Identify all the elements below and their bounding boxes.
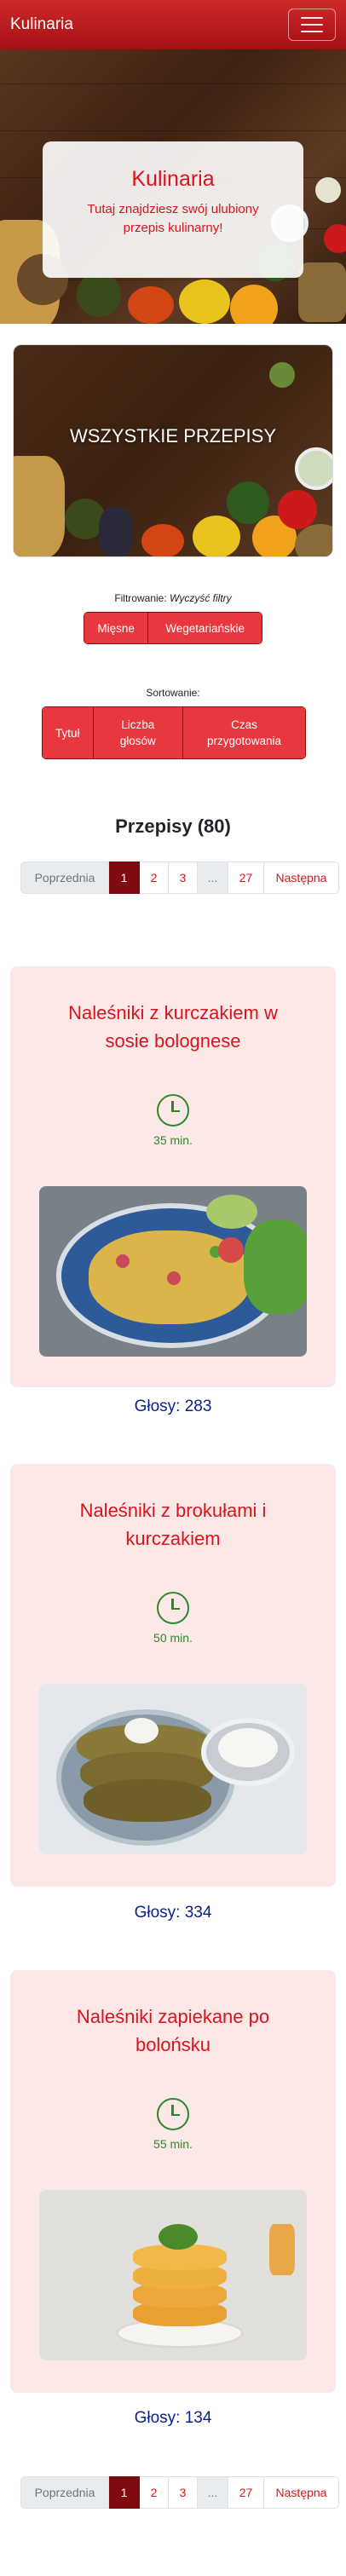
pagination-page-2[interactable]: 2 <box>140 862 169 894</box>
filter-label: Filtrowanie: Wyczyść filtry <box>0 592 346 604</box>
recipes-count-title: Przepisy (80) <box>115 815 231 837</box>
recipe-image[interactable] <box>39 2190 307 2360</box>
pagination-next[interactable]: Następna <box>264 2476 339 2509</box>
sort-time-button[interactable]: Czas przygotowania <box>182 707 305 758</box>
filter-vegetarian-button[interactable]: Wegetariańskie <box>148 613 262 643</box>
pagination-bottom: Poprzednia 1 2 3 ... 27 Następna <box>20 2476 339 2509</box>
pagination-page-27[interactable]: 27 <box>228 2476 264 2509</box>
clock-icon <box>157 1094 189 1127</box>
recipe-time: 35 min. <box>153 1133 193 1147</box>
pagination-prev[interactable]: Poprzednia <box>20 862 109 894</box>
recipe-time: 55 min. <box>153 2137 193 2151</box>
navbar: Kulinaria <box>0 0 346 49</box>
sort-votes-button[interactable]: Liczba głosów <box>93 707 183 758</box>
pagination-page-3[interactable]: 3 <box>169 862 198 894</box>
pagination-page-3[interactable]: 3 <box>169 2476 198 2509</box>
pagination-page-1[interactable]: 1 <box>109 862 140 894</box>
clock-icon <box>157 1592 189 1624</box>
filter-label-text: Filtrowanie: <box>114 592 167 604</box>
recipe-title[interactable]: Naleśniki z kurczakiem w sosie bolognese <box>10 999 336 1055</box>
navbar-brand[interactable]: Kulinaria <box>10 15 73 34</box>
recipe-votes: Głosy: 334 <box>134 1904 212 1922</box>
filter-meat-button[interactable]: Mięsne <box>84 613 149 643</box>
sort-title-button[interactable]: Tytuł <box>43 707 94 758</box>
pagination-page-27[interactable]: 27 <box>228 862 264 894</box>
pagination-page-1[interactable]: 1 <box>109 2476 140 2509</box>
clear-filters-link[interactable]: Wyczyść filtry <box>170 592 232 604</box>
recipe-card[interactable]: Naleśniki z brokułami i kurczakiem 50 mi… <box>10 1464 336 1887</box>
recipe-votes: Głosy: 134 <box>134 2409 212 2427</box>
recipe-title[interactable]: Naleśniki zapiekane po bolońsku <box>10 2003 336 2059</box>
sort-button-group: Tytuł Liczba głosów Czas przygotowania <box>42 706 306 759</box>
sort-label: Sortowanie: <box>146 687 200 699</box>
clock-icon <box>157 2098 189 2130</box>
recipe-image[interactable] <box>39 1186 307 1357</box>
category-card-all-recipes[interactable]: WSZYSTKIE PRZEPISY <box>13 344 333 557</box>
pagination-ellipsis: ... <box>198 2476 228 2509</box>
recipe-image[interactable] <box>39 1684 307 1854</box>
recipe-card[interactable]: Naleśniki z kurczakiem w sosie bolognese… <box>10 966 336 1387</box>
pagination-ellipsis: ... <box>198 862 228 894</box>
pagination-page-2[interactable]: 2 <box>140 2476 169 2509</box>
pagination-top: Poprzednia 1 2 3 ... 27 Następna <box>20 862 339 894</box>
category-title: WSZYSTKIE PRZEPISY <box>69 425 277 447</box>
hero-banner: Kulinaria Tutaj znajdziesz swój ulubiony… <box>0 49 346 324</box>
filter-button-group: Mięsne Wegetariańskie <box>84 612 262 644</box>
hamburger-icon[interactable] <box>288 9 336 41</box>
pagination-prev[interactable]: Poprzednia <box>20 2476 109 2509</box>
hero-card: Kulinaria Tutaj znajdziesz swój ulubiony… <box>43 141 303 278</box>
pagination-next[interactable]: Następna <box>264 862 339 894</box>
hero-title: Kulinaria <box>131 167 215 191</box>
recipe-time: 50 min. <box>153 1631 193 1645</box>
hero-subtitle: Tutaj znajdziesz swój ulubiony przepis k… <box>87 202 259 235</box>
recipe-votes: Głosy: 283 <box>134 1397 212 1415</box>
recipe-title[interactable]: Naleśniki z brokułami i kurczakiem <box>10 1496 336 1553</box>
recipe-card[interactable]: Naleśniki zapiekane po bolońsku 55 min. <box>10 1970 336 2393</box>
